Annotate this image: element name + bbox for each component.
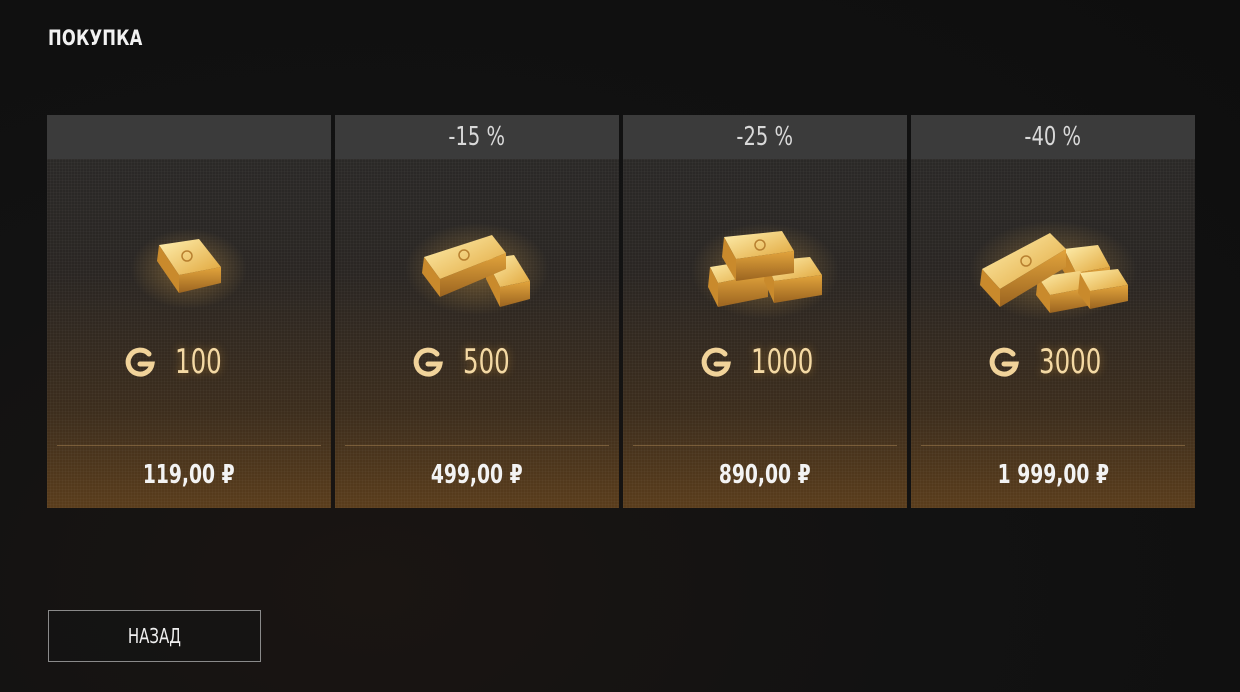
gold-bar-icon [131,229,247,309]
offer-card-3000[interactable]: -40 % 3000 1 999,00 ₽ [911,115,1195,508]
discount-label: -40 % [1024,122,1082,152]
discount-header: -15 % [335,115,619,159]
discount-label: -15 % [448,122,506,152]
price-label: 499,00 ₽ [431,460,523,490]
price-label: 1 999,00 ₽ [997,460,1109,490]
divider [921,445,1185,446]
gold-bars-image [623,207,907,327]
page-title: ПОКУПКА [48,26,143,50]
discount-label: -25 % [736,122,794,152]
divider [345,445,609,446]
discount-header: -25 % [623,115,907,159]
divider [633,445,897,446]
gold-amount: 500 [335,337,619,387]
offer-card-500[interactable]: -15 % 500 499,00 ₽ [335,115,619,508]
gold-coin-icon [413,347,443,377]
gold-amount-value: 500 [463,342,510,382]
back-button-label: НАЗАД [127,624,182,648]
price-label: 119,00 ₽ [143,460,235,490]
price: 890,00 ₽ [623,455,907,495]
price: 119,00 ₽ [47,455,331,495]
gold-bars-icon [405,223,549,315]
divider [57,445,321,446]
gold-coin-icon [125,347,155,377]
back-button[interactable]: НАЗАД [48,610,261,662]
gold-bars-image [335,207,619,327]
price-label: 890,00 ₽ [719,460,811,490]
gold-bars-image [911,207,1195,327]
discount-header [47,115,331,159]
gold-amount-value: 100 [175,342,222,382]
gold-amount-value: 3000 [1039,342,1102,382]
gold-bars-icon [691,223,839,319]
offer-card-100[interactable]: 100 119,00 ₽ [47,115,331,508]
price: 1 999,00 ₽ [911,455,1195,495]
offer-card-1000[interactable]: -25 % 1000 890,00 ₽ [623,115,907,508]
gold-bars-image [47,207,331,327]
gold-amount-value: 1000 [751,342,814,382]
price: 499,00 ₽ [335,455,619,495]
discount-header: -40 % [911,115,1195,159]
gold-amount: 100 [47,337,331,387]
gold-amount: 3000 [911,337,1195,387]
gold-amount: 1000 [623,337,907,387]
gold-coin-icon [989,347,1019,377]
gold-bars-icon [969,221,1137,321]
offers-list: 100 119,00 ₽ -15 % 500 499,00 ₽ -25 % 10… [47,115,1195,508]
gold-coin-icon [701,347,731,377]
